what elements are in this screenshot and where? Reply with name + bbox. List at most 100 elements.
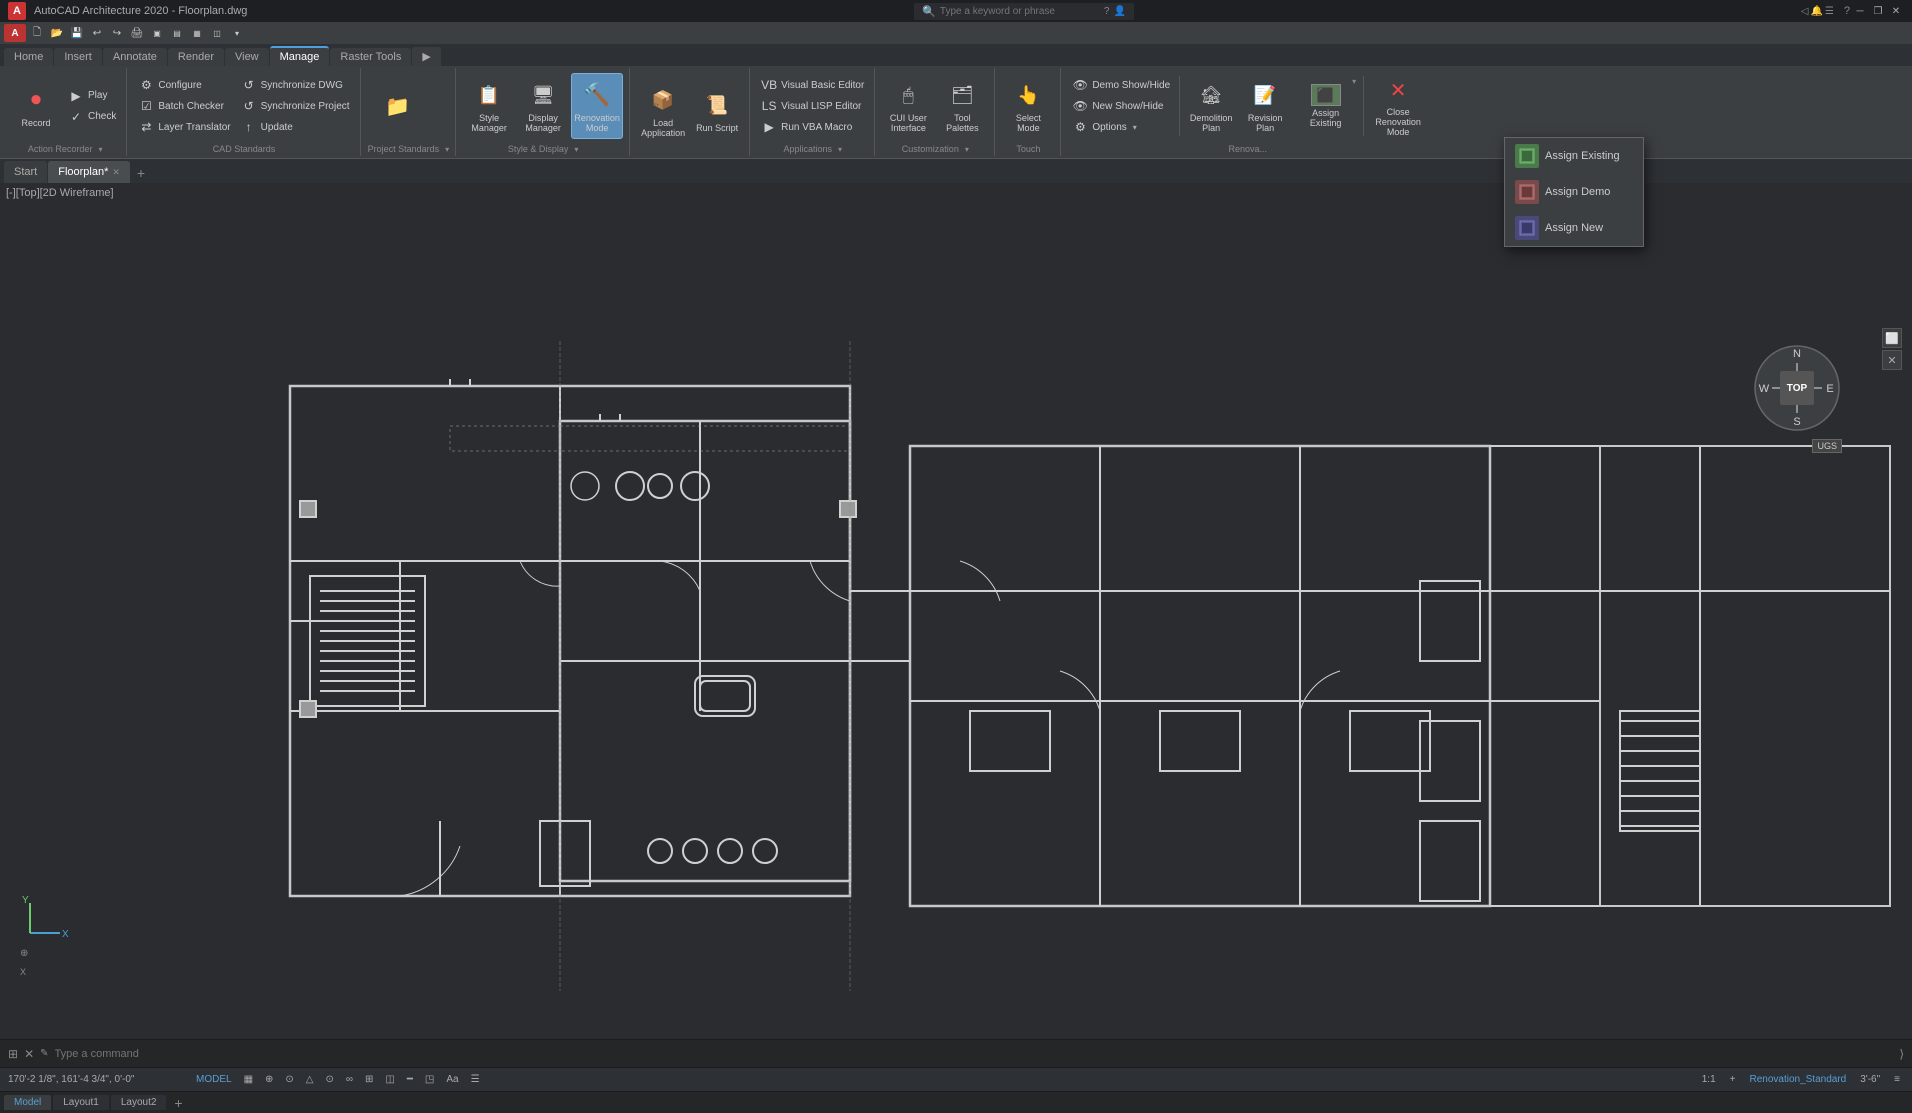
cui-button[interactable]: 🖱 CUI User Interface: [882, 73, 934, 139]
batch-icon: ☑: [138, 98, 154, 114]
title-bar-search[interactable]: 🔍 ? 👤: [914, 3, 1134, 20]
dyn-button[interactable]: ◫: [381, 1073, 398, 1086]
customize-button[interactable]: ≡: [1890, 1073, 1904, 1086]
options-button[interactable]: ⚙ Options▾: [1068, 117, 1174, 137]
new-tab-button[interactable]: +: [131, 163, 151, 183]
view-controls: ⬜ ✕: [1882, 328, 1902, 370]
tmodel-button[interactable]: ◳: [421, 1073, 438, 1086]
new-button[interactable]: 🗋: [28, 24, 46, 42]
model-tab[interactable]: Model: [4, 1095, 51, 1110]
project-standards-buttons: 📁: [368, 70, 450, 142]
load-application-button[interactable]: 📦 Load Application: [637, 78, 689, 144]
renovation-label: Renova...: [1068, 142, 1427, 154]
style-manager-button[interactable]: 📋 Style Manager: [463, 73, 515, 139]
ortho-button[interactable]: ⊙: [281, 1073, 297, 1086]
otrack-button[interactable]: ∞: [342, 1073, 357, 1086]
viewport-scale-button[interactable]: 3'-6": [1856, 1073, 1884, 1086]
run-vba-button[interactable]: ▶ Run VBA Macro: [757, 117, 868, 137]
renovation-mode-button[interactable]: 🔨 Renovation Mode: [571, 73, 623, 139]
run-script-button[interactable]: 📜 Run Script: [691, 78, 743, 144]
assign-existing-menu-item[interactable]: Assign Existing: [1505, 138, 1643, 174]
demo-show-icon: 👁: [1072, 77, 1088, 93]
doc-tab-start[interactable]: Start: [4, 161, 47, 183]
save-button[interactable]: 💾: [68, 24, 86, 42]
tab-manage[interactable]: Manage: [270, 46, 330, 66]
configure-button[interactable]: ⚙ Configure: [134, 75, 234, 95]
select-mode-button[interactable]: 👆 Select Mode: [1002, 73, 1054, 139]
layout1-tab[interactable]: Layout1: [53, 1095, 109, 1110]
annot-button[interactable]: Aa: [442, 1073, 462, 1086]
qa-dropdown-arrow[interactable]: ▾: [228, 24, 246, 42]
assign-dropdown-arrow[interactable]: ▾: [1352, 77, 1356, 86]
ducs-button[interactable]: ⊞: [361, 1073, 377, 1086]
style-manager-icon: 📋: [473, 79, 505, 111]
demo-show-hide-button[interactable]: 👁 Demo Show/Hide: [1068, 75, 1174, 95]
assign-demo-menu-item[interactable]: Assign Demo: [1505, 174, 1643, 210]
tab-render[interactable]: Render: [168, 48, 224, 66]
minimize-button[interactable]: ─: [1852, 3, 1868, 19]
record-button[interactable]: ⏺ Record: [10, 73, 62, 139]
plot-button[interactable]: 🖨: [128, 24, 146, 42]
tab-more[interactable]: ▶: [412, 47, 440, 66]
display-manager-button[interactable]: 🖥 Display Manager: [517, 73, 569, 139]
layout2-tab[interactable]: Layout2: [111, 1095, 167, 1110]
tab-insert[interactable]: Insert: [54, 48, 102, 66]
style-display-label: Style & Display▾: [463, 142, 623, 154]
app-menu-button[interactable]: A: [4, 24, 26, 42]
qa-extra-btn3[interactable]: ▦: [188, 24, 206, 42]
view-close-button[interactable]: ✕: [1882, 350, 1902, 370]
scale-button[interactable]: 1:1: [1698, 1073, 1720, 1086]
osnap-button[interactable]: ⊙: [322, 1073, 338, 1086]
restore-button[interactable]: ❐: [1870, 3, 1886, 19]
assign-existing-button[interactable]: ⬛ Assign Existing ▾: [1293, 73, 1358, 139]
update-button[interactable]: ↑ Update: [237, 117, 354, 137]
renovation-standard-button[interactable]: Renovation_Standard: [1745, 1073, 1850, 1086]
tab-close-button[interactable]: ✕: [112, 167, 120, 178]
doc-tab-floorplan[interactable]: Floorplan* ✕: [48, 161, 130, 183]
open-button[interactable]: 📂: [48, 24, 66, 42]
polar-button[interactable]: △: [302, 1073, 318, 1086]
command-input[interactable]: [55, 1048, 1894, 1060]
qa-extra-btn1[interactable]: ▣: [148, 24, 166, 42]
assign-demo-menu-icon: [1515, 180, 1539, 204]
tool-palettes-button[interactable]: 🗂 Tool Palettes: [936, 73, 988, 139]
vb-editor-button[interactable]: VB Visual Basic Editor: [757, 75, 868, 95]
play-button[interactable]: ▶ Play: [64, 86, 120, 106]
sync-project-icon: ↺: [241, 98, 257, 114]
app-logo[interactable]: A: [8, 2, 26, 20]
assign-new-menu-item[interactable]: Assign New: [1505, 210, 1643, 246]
demolition-plan-button[interactable]: 🏚 Demolition Plan: [1185, 73, 1237, 139]
close-button[interactable]: ✕: [1888, 3, 1904, 19]
tab-home[interactable]: Home: [4, 48, 53, 66]
layer-translator-button[interactable]: ⇄ Layer Translator: [134, 117, 234, 137]
view-maximize-button[interactable]: ⬜: [1882, 328, 1902, 348]
search-input[interactable]: [940, 6, 1100, 17]
sync-dwg-icon: ↺: [241, 77, 257, 93]
redo-button[interactable]: ↪: [108, 24, 126, 42]
project-standards-btn[interactable]: 📁: [368, 76, 428, 136]
qa-extra-btn2[interactable]: ▤: [168, 24, 186, 42]
search-icon: 🔍: [922, 5, 936, 18]
tab-annotate[interactable]: Annotate: [103, 48, 167, 66]
tab-view[interactable]: View: [225, 48, 269, 66]
new-show-hide-button[interactable]: 👁 New Show/Hide: [1068, 96, 1174, 116]
undo-button[interactable]: ↩: [88, 24, 106, 42]
model-space-button[interactable]: MODEL: [192, 1073, 236, 1086]
grid-button[interactable]: ▦: [240, 1073, 257, 1086]
tab-raster-tools[interactable]: Raster Tools: [330, 48, 411, 66]
synchronize-dwg-button[interactable]: ↺ Synchronize DWG: [237, 75, 354, 95]
cmd-pencil-icon: ✎: [40, 1048, 48, 1059]
close-renovation-button[interactable]: ✕ Close Renovation Mode: [1369, 73, 1427, 139]
qa-extra-btn4[interactable]: ◫: [208, 24, 226, 42]
lweight-button[interactable]: ━: [403, 1073, 417, 1086]
zoom-in-button[interactable]: +: [1726, 1073, 1740, 1086]
lisp-editor-button[interactable]: LS Visual LISP Editor: [757, 96, 868, 116]
snap-button[interactable]: ⊕: [261, 1073, 277, 1086]
workspace-button[interactable]: ☰: [467, 1073, 484, 1086]
batch-checker-button[interactable]: ☑ Batch Checker: [134, 96, 234, 116]
help-icon[interactable]: ?: [1844, 5, 1850, 17]
add-layout-button[interactable]: +: [168, 1094, 188, 1112]
revision-plan-button[interactable]: 📝 Revision Plan: [1239, 73, 1291, 139]
check-button[interactable]: ✓ Check: [64, 107, 120, 127]
synchronize-project-button[interactable]: ↺ Synchronize Project: [237, 96, 354, 116]
